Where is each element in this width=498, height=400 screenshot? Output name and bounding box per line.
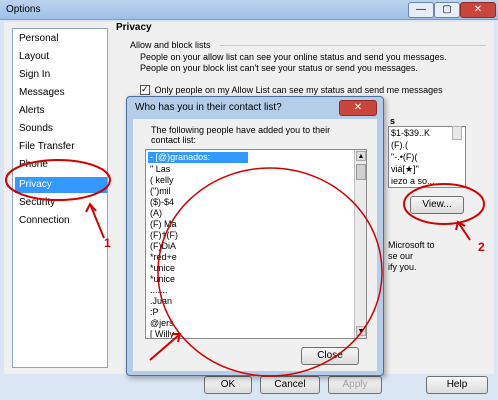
annotation-circle-privacy <box>5 159 111 201</box>
annotation-circle-list <box>157 167 383 377</box>
annotation-overlay <box>5 159 485 377</box>
annotation-arrow-3 <box>149 333 181 361</box>
annotation-label-1: 1 <box>104 236 111 250</box>
annotation-label-2: 2 <box>478 240 485 254</box>
annotation-arrow-1 <box>89 203 105 239</box>
annotation-circle-view <box>403 183 485 225</box>
